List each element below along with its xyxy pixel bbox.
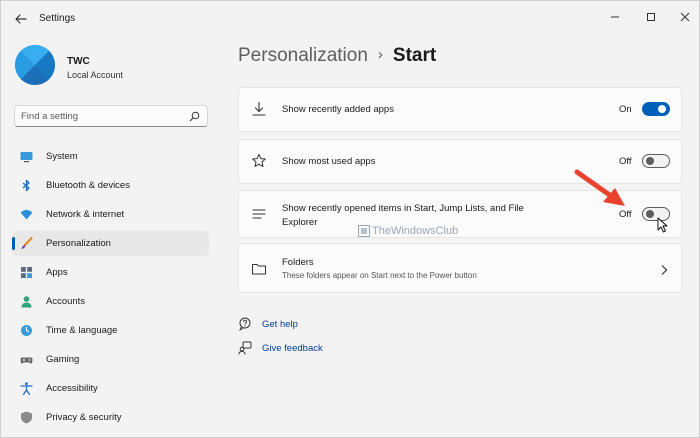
sidebar-item-system[interactable]: System (12, 144, 209, 169)
chevron-right-icon (661, 265, 668, 275)
toggle-state-label: Off (619, 209, 632, 220)
setting-recently-added-apps: Show recently added apps On (238, 87, 682, 132)
sidebar-item-label: Gaming (46, 354, 80, 365)
title-bar: Settings (1, 1, 699, 37)
sidebar-item-accounts[interactable]: Accounts (12, 289, 209, 314)
bluetooth-icon (22, 179, 30, 192)
wifi-icon (20, 210, 33, 220)
setting-label: Show most used apps (282, 156, 376, 167)
setting-folders[interactable]: Folders These folders appear on Start ne… (238, 243, 682, 293)
sidebar-item-accessibility[interactable]: Accessibility (12, 376, 209, 401)
person-icon (21, 296, 32, 308)
account-type: Local Account (67, 70, 124, 80)
feedback-icon (238, 341, 252, 355)
shield-icon (21, 411, 32, 424)
setting-label: Folders (282, 257, 314, 268)
setting-label-line-1: Show recently opened items in Start, Jum… (282, 203, 524, 214)
toggle-state-label: On (619, 104, 632, 115)
clock-globe-icon (21, 325, 32, 336)
gamepad-icon (20, 357, 33, 364)
sidebar-item-label: Time & language (46, 325, 118, 336)
apps-grid-icon (21, 267, 32, 278)
breadcrumb-parent[interactable]: Personalization (238, 45, 368, 66)
get-help-label[interactable]: Get help (262, 319, 298, 330)
page-title: Start (392, 45, 437, 66)
sidebar-item-label: Personalization (46, 238, 111, 249)
back-arrow-icon[interactable] (13, 11, 29, 27)
sidebar-item-label: Privacy & security (46, 412, 122, 423)
search-box[interactable] (14, 105, 208, 127)
watermark-logo-icon (358, 225, 370, 237)
monitor-icon (20, 152, 33, 163)
search-icon[interactable] (189, 111, 200, 122)
sidebar-item-personalization[interactable]: Personalization (12, 231, 209, 256)
most-used-toggle[interactable] (642, 154, 670, 168)
breadcrumb-separator: › (377, 46, 383, 63)
sidebar-item-label: Bluetooth & devices (46, 180, 130, 191)
star-icon (252, 154, 266, 167)
sidebar-item-privacy-security[interactable]: Privacy & security (12, 405, 209, 430)
give-feedback-label[interactable]: Give feedback (262, 343, 323, 354)
folder-icon (252, 264, 266, 275)
setting-label: Show recently added apps (282, 104, 394, 115)
breadcrumb: Personalization › Start (238, 45, 436, 73)
close-icon[interactable] (675, 9, 695, 25)
download-icon (252, 101, 266, 116)
sidebar-item-bluetooth[interactable]: Bluetooth & devices (12, 173, 209, 198)
app-title: Settings (39, 13, 76, 24)
sidebar-item-label: Apps (46, 267, 68, 278)
sidebar-item-apps[interactable]: Apps (12, 260, 209, 285)
search-input[interactable] (21, 109, 181, 123)
maximize-icon[interactable] (641, 9, 661, 25)
setting-description: These folders appear on Start next to th… (282, 271, 477, 280)
toggle-knob (646, 157, 654, 165)
sidebar-item-network[interactable]: Network & internet (12, 202, 209, 227)
toggle-knob (646, 210, 654, 218)
brush-icon (21, 237, 33, 249)
setting-label-line-2: Explorer (282, 217, 318, 228)
accessibility-icon (20, 382, 33, 395)
sidebar-item-label: Accounts (46, 296, 86, 307)
list-icon (252, 209, 266, 219)
watermark-text: TheWindowsClub (372, 225, 459, 237)
user-name: TWC (67, 56, 90, 67)
minimize-icon[interactable] (605, 9, 625, 25)
sidebar-nav: System Bluetooth & devices Network & int… (12, 144, 209, 434)
sidebar-item-gaming[interactable]: Gaming (12, 347, 209, 372)
help-chat-icon (239, 317, 251, 331)
avatar[interactable] (15, 45, 55, 85)
settings-window: Settings TWC Local Account Find a settin… (0, 0, 700, 438)
sidebar-item-time-language[interactable]: Time & language (12, 318, 209, 343)
annotation-arrow-icon (574, 169, 625, 206)
toggle-knob (658, 105, 666, 113)
sidebar-item-label: Accessibility (46, 383, 98, 394)
sidebar-item-label: Network & internet (46, 209, 125, 220)
mouse-cursor-icon (657, 217, 668, 233)
recently-added-toggle[interactable] (642, 102, 670, 116)
sidebar-item-label: System (46, 151, 78, 162)
